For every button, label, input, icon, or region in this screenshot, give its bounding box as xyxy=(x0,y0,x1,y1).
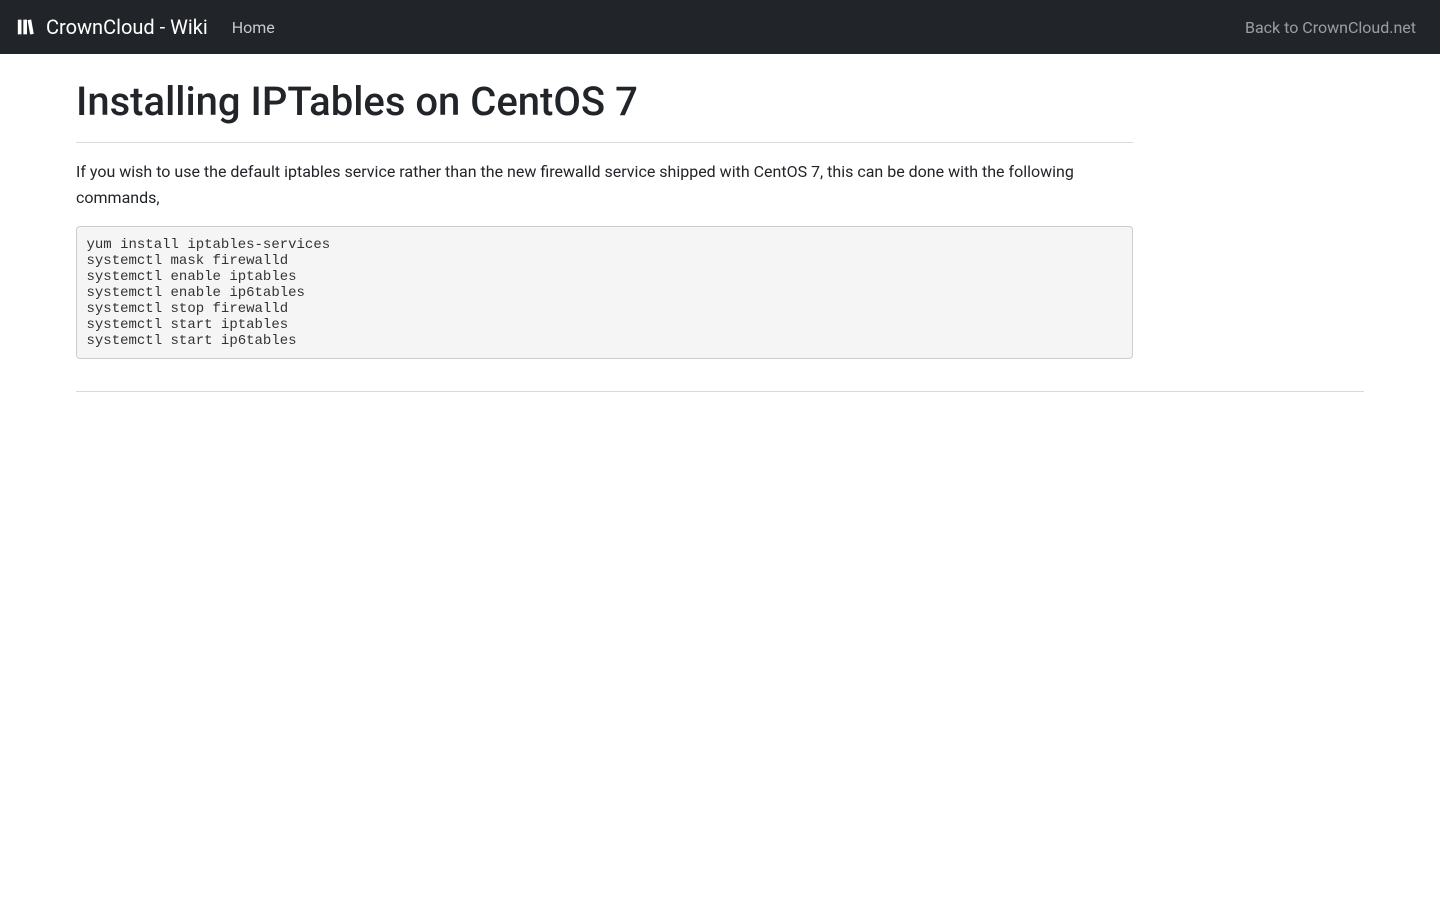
page-title: Installing IPTables on CentOS 7 xyxy=(76,78,1133,126)
navbar: CrownCloud - Wiki Home Back to CrownClou… xyxy=(0,0,1440,54)
container: Installing IPTables on CentOS 7 If you w… xyxy=(60,54,1380,392)
navbar-right: Back to CrownCloud.net xyxy=(1237,18,1424,37)
home-link[interactable]: Home xyxy=(224,10,283,45)
books-icon xyxy=(16,16,38,38)
title-divider xyxy=(76,142,1133,143)
brand-link[interactable]: CrownCloud - Wiki xyxy=(16,10,208,44)
navbar-left: CrownCloud - Wiki Home xyxy=(16,10,283,45)
code-content: yum install iptables-services systemctl … xyxy=(87,237,331,349)
footer-divider xyxy=(76,391,1364,392)
code-block: yum install iptables-services systemctl … xyxy=(76,226,1133,359)
main-column: Installing IPTables on CentOS 7 If you w… xyxy=(76,54,1149,375)
back-link[interactable]: Back to CrownCloud.net xyxy=(1237,10,1424,45)
intro-paragraph: If you wish to use the default iptables … xyxy=(76,159,1133,210)
content-row: Installing IPTables on CentOS 7 If you w… xyxy=(76,54,1364,375)
brand-text: CrownCloud - Wiki xyxy=(46,15,208,39)
